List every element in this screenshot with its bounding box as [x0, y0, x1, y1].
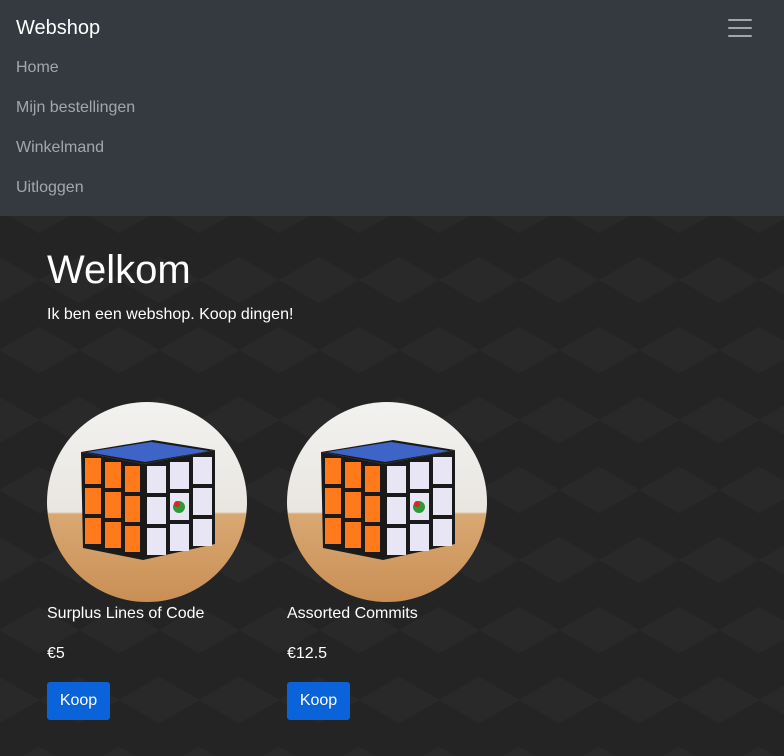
nav-link-orders[interactable]: Mijn bestellingen: [16, 98, 135, 118]
nav-link-logout[interactable]: Uitloggen: [16, 178, 84, 198]
page-subtitle: Ik ben een webshop. Koop dingen!: [47, 306, 294, 323]
rubiks-cube-image: [47, 402, 247, 602]
page-title: Welkom: [47, 248, 191, 292]
brand-link[interactable]: Webshop: [16, 16, 100, 40]
nav-link-cart[interactable]: Winkelmand: [16, 138, 104, 158]
product-image: [47, 402, 247, 602]
navbar: Webshop Home Mijn bestellingen Winkelman…: [0, 0, 784, 216]
buy-button[interactable]: Koop: [287, 682, 350, 720]
product-price: €12.5: [287, 645, 328, 662]
buy-button[interactable]: Koop: [47, 682, 110, 720]
product-image: [287, 402, 487, 602]
rubiks-cube-image: [287, 402, 487, 602]
nav-link-home[interactable]: Home: [16, 58, 59, 78]
product-price: €5: [47, 645, 65, 662]
hamburger-menu-icon[interactable]: [716, 8, 764, 48]
product-name: Surplus Lines of Code: [47, 605, 205, 622]
product-name: Assorted Commits: [287, 605, 418, 622]
